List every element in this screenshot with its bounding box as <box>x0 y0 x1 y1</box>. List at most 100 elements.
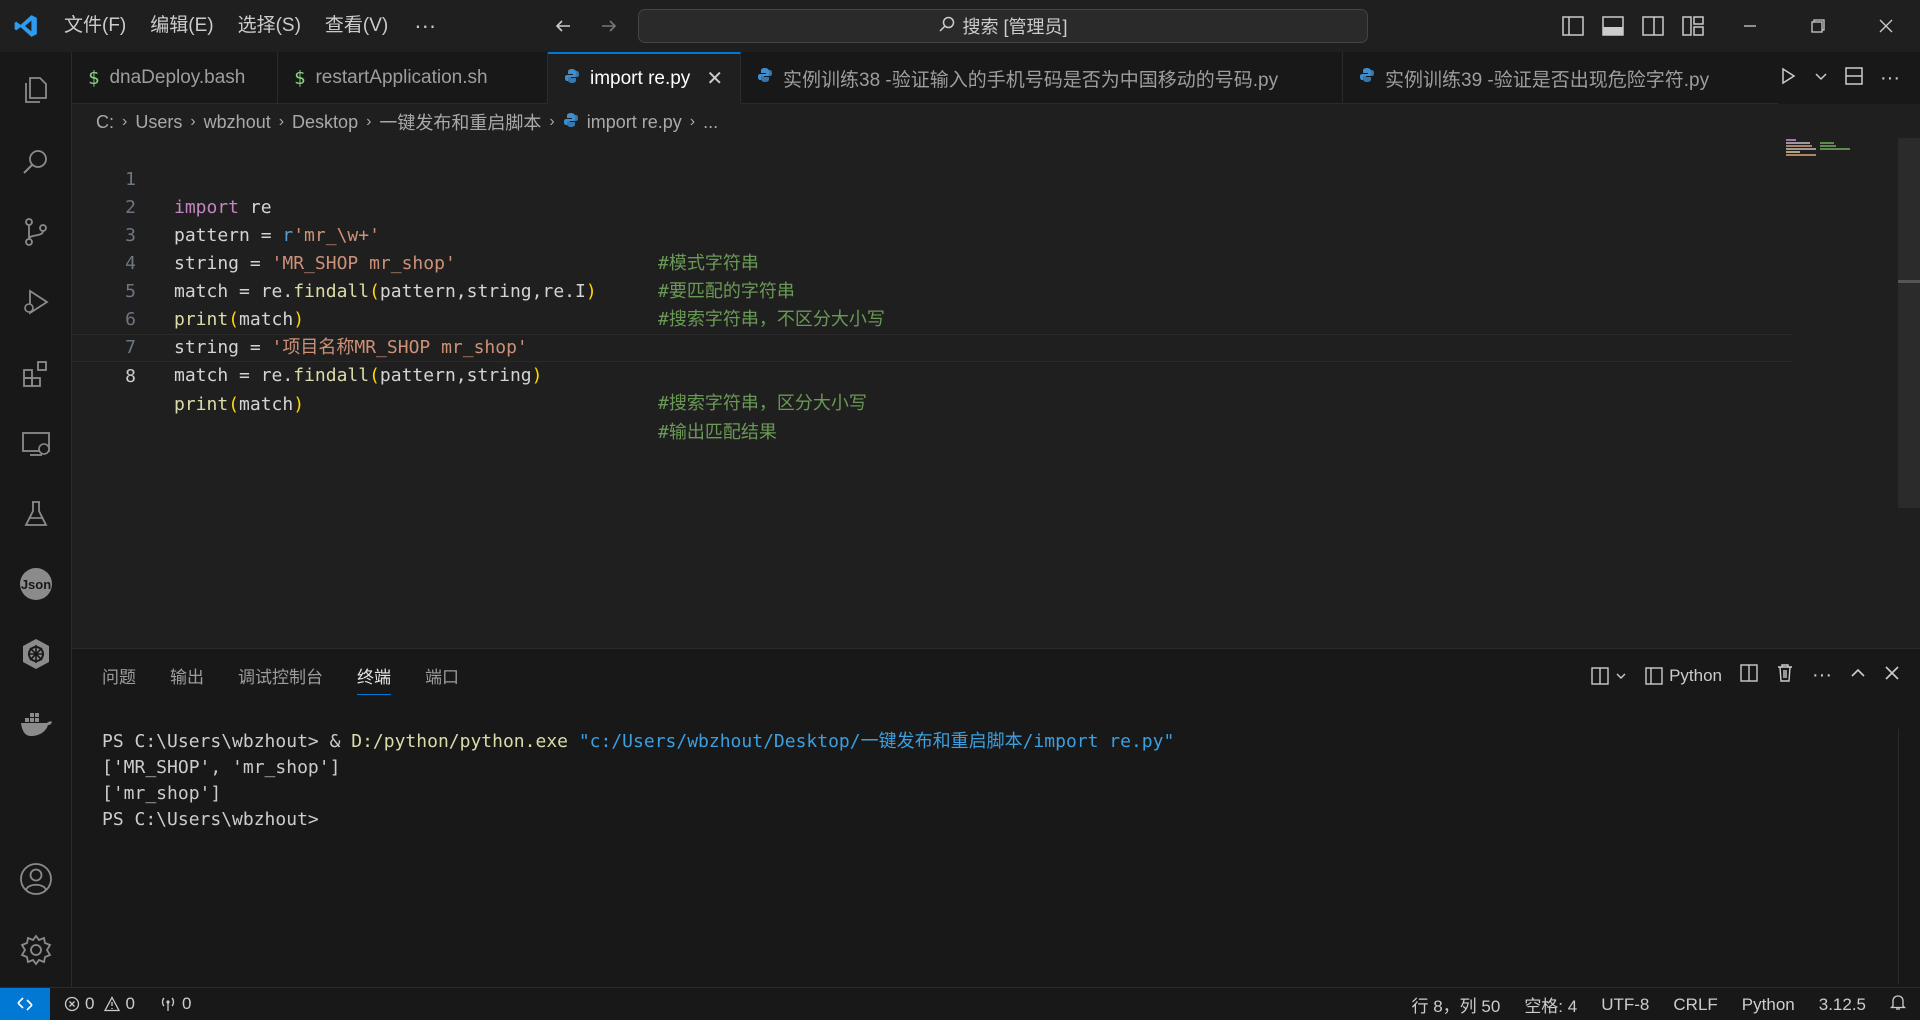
restore-icon[interactable] <box>1784 0 1852 52</box>
code-token: match <box>239 394 294 415</box>
tab-terminal[interactable]: 终端 <box>357 663 391 695</box>
shell-label: Python <box>1669 665 1723 685</box>
toggle-primary-sidebar-icon[interactable] <box>1560 13 1586 39</box>
split-editor-icon[interactable] <box>1844 66 1864 91</box>
chevron-down-icon[interactable] <box>1814 69 1828 88</box>
indentation[interactable]: 空格: 4 <box>1524 992 1577 1017</box>
code-line: 6 string = '项目名称MR_SHOP mr_shop' <box>72 278 1792 358</box>
tab-problems[interactable]: 问题 <box>102 663 136 695</box>
settings-gear-icon[interactable] <box>0 920 72 980</box>
breadcrumb-item[interactable]: import re.py <box>587 112 682 133</box>
tab-label: dnaDeploy.bash <box>109 67 246 88</box>
chevron-right-icon: › <box>689 113 696 130</box>
minimize-icon[interactable] <box>1716 0 1784 52</box>
line-number: 8 <box>125 366 136 387</box>
language-mode[interactable]: Python <box>1742 995 1795 1015</box>
run-play-icon[interactable] <box>1778 66 1798 91</box>
menu-view[interactable]: 查看(V) <box>313 0 400 52</box>
testing-flask-icon[interactable] <box>0 484 72 544</box>
search-view-icon[interactable] <box>0 132 72 192</box>
source-control-icon[interactable] <box>0 202 72 262</box>
command-center-search[interactable]: 搜索 [管理员] <box>638 9 1368 43</box>
warnings-count: 0 <box>104 994 135 1014</box>
tab-restartapplication[interactable]: $ restartApplication.sh <box>278 52 548 104</box>
terminal-command: D:/python/python.exe <box>351 731 568 752</box>
dollar-icon: $ <box>294 67 306 89</box>
menu-edit[interactable]: 编辑(E) <box>138 0 225 52</box>
more-actions-icon[interactable]: ··· <box>1880 67 1900 90</box>
cursor-position[interactable]: 行 8，列 50 <box>1412 992 1501 1017</box>
maximize-panel-icon[interactable] <box>1850 665 1866 686</box>
breadcrumb-item[interactable]: C: <box>96 112 114 133</box>
status-right: 行 8，列 50 空格: 4 UTF-8 CRLF Python 3.12.5 <box>1412 988 1907 1020</box>
tab-exercise-38[interactable]: 实例训练38 -验证输入的手机号码是否为中国移动的号码.py <box>741 52 1343 104</box>
remote-indicator-icon[interactable] <box>0 987 50 1020</box>
code-token: pattern,string <box>379 365 532 386</box>
terminal-scrollbar[interactable] <box>1898 729 1920 984</box>
tab-output[interactable]: 输出 <box>170 663 204 695</box>
code-line: 1 import re <box>72 138 1792 218</box>
tab-import-re[interactable]: import re.py ✕ <box>548 52 741 104</box>
code-line-current: 8 print(match) #输出匹配结果 <box>72 334 1792 443</box>
more-actions-icon[interactable]: ··· <box>1812 664 1832 687</box>
customize-layout-icon[interactable] <box>1680 13 1706 39</box>
toggle-panel-icon[interactable] <box>1600 13 1626 39</box>
encoding[interactable]: UTF-8 <box>1601 995 1649 1015</box>
python-interpreter-version[interactable]: 3.12.5 <box>1819 995 1866 1015</box>
tab-dnadeploy[interactable]: $ dnaDeploy.bash <box>72 52 278 104</box>
menu-selection[interactable]: 选择(S) <box>226 0 313 52</box>
python-icon <box>563 112 579 133</box>
tab-exercise-39[interactable]: 实例训练39 -验证是否出现危险字符.py <box>1343 52 1751 104</box>
menu-file[interactable]: 文件(F) <box>52 0 138 52</box>
code-token: print <box>174 394 229 415</box>
title-bar: 文件(F) 编辑(E) 选择(S) 查看(V) ··· 搜索 [管理员] <box>0 0 1920 52</box>
extensions-icon[interactable] <box>0 344 72 404</box>
json-icon[interactable]: Json <box>0 554 72 614</box>
forward-arrow-icon[interactable] <box>594 11 624 41</box>
end-of-line[interactable]: CRLF <box>1673 995 1717 1015</box>
breadcrumb-item[interactable]: ... <box>703 112 718 133</box>
terminal-icon <box>1645 666 1663 685</box>
bell-icon[interactable] <box>1889 993 1907 1016</box>
trash-icon[interactable] <box>1776 663 1794 688</box>
back-arrow-icon[interactable] <box>548 11 578 41</box>
terminal-prompt: PS C:\Users\wbzhout> & <box>102 731 352 752</box>
accounts-icon[interactable] <box>0 849 72 909</box>
terminal-shell-selector[interactable]: Python <box>1645 666 1722 686</box>
chevron-right-icon: › <box>549 113 555 130</box>
warning-icon <box>104 996 121 1012</box>
editor-actions: ··· <box>1778 52 1920 104</box>
breadcrumb-item[interactable]: Users <box>135 112 182 133</box>
run-debug-icon[interactable] <box>0 272 72 332</box>
new-terminal-layout-button[interactable] <box>1591 666 1627 685</box>
breadcrumb-item[interactable]: Desktop <box>292 112 358 133</box>
minimap[interactable] <box>1786 138 1856 158</box>
editor-scrollbar[interactable] <box>1898 138 1920 508</box>
menu-more-button[interactable]: ··· <box>400 13 450 39</box>
explorer-icon[interactable] <box>0 60 72 120</box>
tab-debug-console[interactable]: 调试控制台 <box>238 663 323 695</box>
breadcrumb-item[interactable]: 一键发布和重启脚本 <box>379 109 541 135</box>
tab-ports[interactable]: 端口 <box>425 663 459 695</box>
kubernetes-icon[interactable] <box>0 624 72 684</box>
tab-close-icon[interactable]: ✕ <box>706 66 723 91</box>
toggle-secondary-sidebar-icon[interactable] <box>1640 13 1666 39</box>
code-line: 2 pattern = r'mr_\w+' #模式字符串 <box>72 166 1792 274</box>
scrollbar-cursor-marker <box>1898 280 1920 283</box>
breadcrumb-item[interactable]: wbzhout <box>204 112 271 133</box>
forwarded-ports[interactable]: 0 <box>159 994 191 1014</box>
code-editor[interactable]: 1 import re 2 pattern = r'mr_\w+' #模式字符串… <box>72 138 1920 648</box>
tab-label: 实例训练39 -验证是否出现危险字符.py <box>1385 69 1710 91</box>
close-window-icon[interactable] <box>1852 0 1920 52</box>
docker-icon[interactable] <box>0 694 72 754</box>
terminal-output-line: ['mr_shop'] <box>102 783 222 804</box>
split-terminal-icon[interactable] <box>1740 664 1758 687</box>
tab-label: import re.py <box>590 67 691 89</box>
terminal-argument: "c:/Users/wbzhout/Desktop/一键发布和重启脚本/impo… <box>568 731 1175 752</box>
tab-label: restartApplication.sh <box>315 67 488 88</box>
remote-explorer-icon[interactable] <box>0 414 72 474</box>
terminal-output[interactable]: PS C:\Users\wbzhout> & D:/python/python.… <box>102 729 1174 833</box>
code-line: 7 match = re.findall(pattern,string) #搜索… <box>72 306 1792 414</box>
problems-status[interactable]: 0 0 0 <box>64 994 191 1014</box>
close-panel-icon[interactable] <box>1884 665 1900 686</box>
